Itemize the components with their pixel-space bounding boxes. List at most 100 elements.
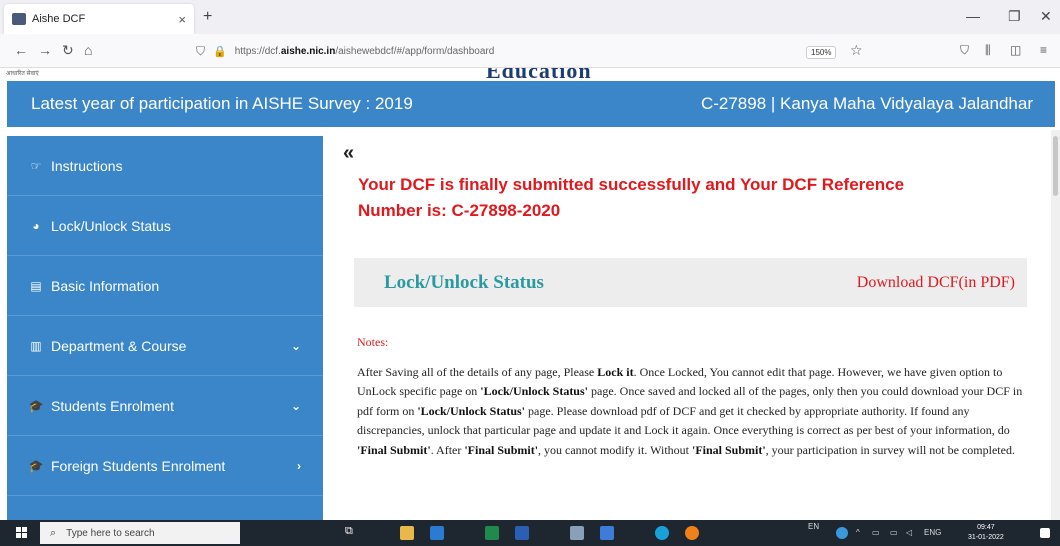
battery-icon[interactable]: ▭ bbox=[890, 528, 898, 537]
header-small-text: आधारित सेवाएं bbox=[6, 71, 39, 77]
reload-icon[interactable]: ↻ bbox=[62, 42, 74, 59]
home-icon[interactable]: ⌂ bbox=[84, 42, 92, 58]
network-icon[interactable]: ▭ bbox=[872, 528, 880, 537]
notes-emphasis: 'Final Submit' bbox=[357, 442, 431, 457]
notes-segment: After Saving all of the details of any p… bbox=[357, 365, 598, 379]
url-prefix: https://dcf. bbox=[234, 45, 281, 57]
notes-segment: , you cannot modify it. Without bbox=[538, 442, 692, 457]
sidebar-item-lock-unlock-status[interactable]: ◕ Lock/Unlock Status bbox=[7, 196, 323, 256]
minimize-icon[interactable]: — bbox=[966, 8, 980, 24]
notes-emphasis: 'Final Submit' bbox=[464, 442, 539, 457]
user-icon[interactable] bbox=[836, 527, 848, 539]
forward-icon[interactable]: → bbox=[38, 42, 52, 58]
chevron-right-icon[interactable]: › bbox=[297, 459, 301, 473]
download-dcf-link[interactable]: Download DCF(in PDF) bbox=[857, 274, 1015, 292]
sidebar-item-label: Instructions bbox=[51, 157, 123, 174]
search-icon: ⌕ bbox=[50, 526, 57, 539]
word-icon[interactable] bbox=[515, 526, 529, 540]
zoom-level[interactable]: 150% bbox=[806, 46, 837, 59]
chevron-down-icon[interactable]: ⌄ bbox=[291, 399, 301, 413]
sidebar: ☞ Instructions ◕ Lock/Unlock Status ▤ Ba… bbox=[7, 136, 323, 520]
tab-close-button[interactable]: × bbox=[178, 12, 186, 27]
success-message-line: Your DCF is finally submitted successful… bbox=[358, 175, 905, 194]
mail-icon[interactable] bbox=[430, 526, 444, 540]
panel-title: Lock/Unlock Status bbox=[384, 271, 544, 293]
pocket-icon[interactable]: ⛉ bbox=[960, 43, 969, 58]
dashboard-icon: ◕ bbox=[32, 218, 40, 233]
notes-label: Notes: bbox=[357, 335, 389, 349]
volume-icon[interactable]: ◁ bbox=[906, 528, 912, 537]
sidebar-toggle-icon[interactable]: ◫ bbox=[1010, 43, 1021, 57]
sidebar-item-label: Department & Course bbox=[51, 337, 187, 354]
id-card-icon: ▤ bbox=[30, 278, 42, 293]
url-bar[interactable]: ⛉ 🔒 https://dcf. aishe.nic.in/aishewebdcf… bbox=[196, 40, 896, 62]
library-icon[interactable]: ⫼ bbox=[985, 43, 991, 58]
notes-segment: . After bbox=[430, 442, 465, 457]
header-title: Education bbox=[486, 68, 592, 81]
sidebar-item-department-course[interactable]: ▥ Department & Course ⌄ bbox=[7, 316, 323, 376]
building-icon: ▥ bbox=[30, 338, 42, 353]
windows-start-icon[interactable] bbox=[16, 527, 28, 539]
bookmark-star-icon[interactable]: ☆ bbox=[850, 42, 863, 59]
success-message-line: Number is: C-27898-2020 bbox=[358, 201, 561, 220]
chevron-down-icon[interactable]: ⌄ bbox=[291, 339, 301, 353]
file-explorer-icon[interactable] bbox=[400, 526, 414, 540]
success-message: Your DCF is finally submitted successful… bbox=[358, 172, 998, 224]
clock-date: 31-01-2022 bbox=[968, 534, 1004, 541]
hand-pointer-icon: ☞ bbox=[30, 158, 42, 173]
collapse-sidebar-button[interactable]: « bbox=[343, 142, 354, 165]
notes-segment: , your participation in survey will not … bbox=[765, 442, 1015, 457]
url-domain: aishe.nic.in bbox=[280, 45, 336, 57]
firefox-icon[interactable] bbox=[685, 526, 699, 540]
tab-title: Aishe DCF bbox=[32, 13, 86, 25]
institution-name: C-27898 | Kanya Maha Vidyalaya Jalandhar bbox=[700, 94, 1033, 113]
graduation-cap-icon: 🎓 bbox=[28, 458, 44, 473]
edge-browser-icon[interactable] bbox=[655, 526, 669, 540]
page-header: आधारित सेवाएं Education bbox=[0, 68, 1060, 81]
sidebar-item-instructions[interactable]: ☞ Instructions bbox=[7, 136, 323, 196]
photos-icon[interactable] bbox=[570, 526, 584, 540]
notes-emphasis: 'Lock/Unlock Status' bbox=[480, 384, 588, 399]
menu-icon[interactable]: ≡ bbox=[1040, 43, 1047, 57]
taskbar-search-box[interactable]: ⌕ Type here to search bbox=[40, 522, 240, 544]
new-tab-button[interactable]: + bbox=[203, 8, 212, 26]
browser-tab[interactable]: Aishe DCF × bbox=[4, 4, 194, 34]
browser-navbar: ← → ↻ ⌂ ⛉ 🔒 https://dcf. aishe.nic.in/ais… bbox=[0, 34, 1060, 68]
close-window-icon[interactable]: ✕ bbox=[1040, 8, 1052, 25]
scrollbar-thumb[interactable] bbox=[1053, 136, 1058, 196]
sidebar-item-foreign-students-enrolment[interactable]: 🎓 Foreign Students Enrolment › bbox=[7, 436, 323, 496]
sidebar-item-label: Basic Information bbox=[51, 277, 160, 294]
show-hidden-icons-icon[interactable]: ^ bbox=[856, 528, 860, 537]
clock-time: 09:47 bbox=[977, 524, 995, 531]
participation-bar: Latest year of participation in AISHE Su… bbox=[7, 81, 1055, 127]
sidebar-item-label: Lock/Unlock Status bbox=[51, 217, 171, 234]
browser-tab-strip: Aishe DCF × + — ❐ ✕ bbox=[0, 0, 1060, 34]
language-indicator[interactable]: ENG bbox=[924, 528, 941, 537]
site-favicon-icon bbox=[12, 13, 26, 25]
notes-emphasis: Lock it bbox=[597, 365, 634, 379]
notes-emphasis: 'Lock/Unlock Status' bbox=[417, 403, 526, 418]
lock-unlock-status-panel: Lock/Unlock Status Download DCF(in PDF) bbox=[354, 258, 1027, 307]
restore-icon[interactable]: ❐ bbox=[1008, 8, 1021, 25]
excel-icon[interactable] bbox=[485, 526, 499, 540]
sidebar-item-students-enrolment[interactable]: 🎓 Students Enrolment ⌄ bbox=[7, 376, 323, 436]
task-view-icon[interactable]: ⧉ bbox=[345, 525, 359, 539]
url-path: /aishewebdcf/#/app/form/dashboard bbox=[335, 45, 495, 57]
back-icon[interactable]: ← bbox=[14, 42, 28, 58]
vertical-scrollbar[interactable] bbox=[1051, 130, 1060, 520]
windows-taskbar: ⌕ Type here to search ⧉ EN ^ ▭ ▭ ◁ ENG 0… bbox=[0, 520, 1060, 546]
notes-emphasis: 'Final Submit' bbox=[691, 442, 766, 457]
notifications-icon[interactable] bbox=[1040, 528, 1050, 538]
system-clock[interactable]: 09:47 31-01-2022 bbox=[968, 523, 1004, 543]
input-language-indicator[interactable]: EN bbox=[808, 522, 819, 531]
app-icon[interactable] bbox=[600, 526, 614, 540]
taskbar-search-placeholder: Type here to search bbox=[66, 527, 155, 539]
sidebar-item-label: Foreign Students Enrolment bbox=[51, 457, 226, 474]
sidebar-item-label: Students Enrolment bbox=[51, 397, 174, 414]
sidebar-item-basic-information[interactable]: ▤ Basic Information bbox=[7, 256, 323, 316]
lock-icon: 🔒 bbox=[213, 45, 227, 58]
shield-icon: ⛉ bbox=[196, 43, 206, 58]
graduation-cap-icon: 🎓 bbox=[28, 398, 44, 413]
participation-year: Latest year of participation in AISHE Su… bbox=[31, 94, 413, 113]
notes-text: After Saving all of the details of any p… bbox=[357, 363, 1025, 460]
